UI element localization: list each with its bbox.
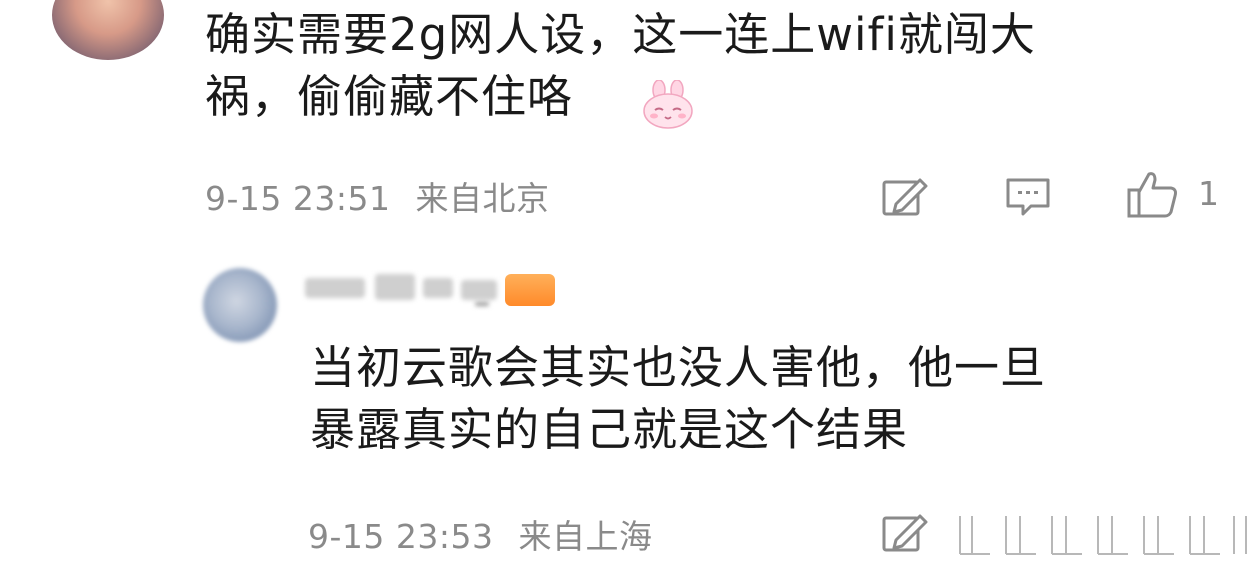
rabbit-emoji-icon [640, 79, 696, 130]
edit-icon[interactable] [882, 176, 928, 216]
reply-icon[interactable] [1005, 176, 1051, 218]
comment-line: 确实需要2g网人设，这一连上wifi就闯大 [205, 8, 1036, 61]
username-blurred [305, 270, 505, 310]
like-icon[interactable] [1127, 170, 1179, 218]
comment-line: 当初云歌会其实也没人害他，他一旦 [310, 341, 1047, 394]
comment-line: 祸，偷偷藏不住咯 [205, 70, 574, 123]
comment-text: 确实需要2g网人设，这一连上wifi就闯大 祸，偷偷藏不住咯 [205, 4, 1205, 128]
avatar[interactable] [203, 268, 277, 342]
status-badge [505, 274, 555, 306]
timestamp: 9-15 23:53 [308, 517, 494, 556]
comment-meta: 9-15 23:51 来自北京 [205, 172, 550, 220]
timestamp: 9-15 23:51 [205, 179, 391, 218]
comment-meta: 9-15 23:53 来自上海 [308, 510, 653, 558]
avatar[interactable] [52, 0, 164, 60]
comment-line: 暴露真实的自己就是这个结果 [310, 403, 909, 456]
location: 来自北京 [415, 179, 550, 218]
edit-icon[interactable] [882, 512, 928, 552]
watermark-strip [950, 510, 1260, 558]
comment-text: 当初云歌会其实也没人害他，他一旦 暴露真实的自己就是这个结果 [310, 337, 1230, 461]
location: 来自上海 [518, 517, 653, 556]
like-count: 1 [1198, 174, 1219, 213]
